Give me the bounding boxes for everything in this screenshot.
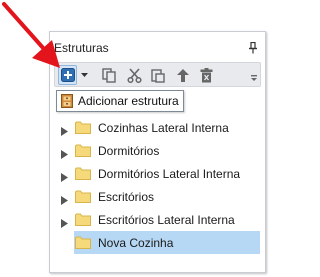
panel-toolbar: [54, 62, 261, 87]
add-dropdown-button[interactable]: [79, 65, 89, 85]
add-structure-button[interactable]: [58, 65, 77, 85]
panel-title: Estruturas: [54, 41, 109, 55]
folder-icon: [75, 236, 91, 249]
expand-arrow-icon[interactable]: [61, 146, 68, 159]
panel-titlebar: Estruturas: [50, 32, 265, 62]
tree-item-label: Escritórios: [98, 189, 155, 204]
tooltip-text: Adicionar estrutura: [78, 94, 179, 108]
expand-arrow-icon[interactable]: [61, 123, 68, 136]
structure-icon: [61, 94, 73, 108]
tree-item-label: Cozinhas Lateral Interna: [98, 120, 229, 135]
add-structure-tooltip: Adicionar estrutura: [56, 90, 184, 112]
structures-panel: Estruturas Adicionar estrutura Cozinhas …: [49, 31, 266, 273]
trash-icon: [200, 67, 212, 82]
folder-icon: [75, 167, 91, 180]
plus-icon: [60, 68, 75, 82]
tree-item-escritorios-lateral-interna[interactable]: Escritórios Lateral Interna: [61, 208, 260, 231]
stage: Estruturas Adicionar estrutura Cozinhas …: [0, 0, 270, 277]
paste-button[interactable]: [148, 65, 168, 85]
move-up-button[interactable]: [173, 65, 193, 85]
folder-icon: [75, 121, 91, 134]
arrow-up-icon: [177, 68, 189, 82]
copy-button[interactable]: [99, 65, 119, 85]
scissors-icon: [126, 67, 142, 83]
toolbar-overflow-icon[interactable]: [250, 68, 258, 82]
tree-item-dormitorios-lateral-interna[interactable]: Dormitórios Lateral Interna: [61, 162, 260, 185]
folder-icon: [75, 213, 91, 226]
chevron-down-icon: [80, 73, 88, 77]
delete-button[interactable]: [196, 65, 216, 85]
copy-icon: [102, 67, 116, 83]
folder-icon: [75, 144, 91, 157]
paste-icon: [151, 68, 165, 83]
tree-item-dormitorios[interactable]: Dormitórios: [61, 139, 260, 162]
tree-item-escritorios[interactable]: Escritórios: [61, 185, 260, 208]
cut-button[interactable]: [124, 65, 144, 85]
pin-icon[interactable]: [248, 41, 258, 54]
tree-item-nova-cozinha[interactable]: Nova Cozinha: [74, 231, 260, 254]
expand-arrow-icon[interactable]: [61, 169, 68, 182]
folder-icon: [75, 190, 91, 203]
expand-arrow-icon[interactable]: [61, 215, 68, 228]
tree-item-cozinhas-lateral-interna[interactable]: Cozinhas Lateral Interna: [61, 116, 260, 139]
tree-item-label: Nova Cozinha: [98, 235, 174, 250]
expand-arrow-icon[interactable]: [61, 192, 68, 205]
tree-item-label: Dormitórios Lateral Interna: [98, 166, 241, 181]
tree-item-label: Dormitórios: [98, 143, 160, 158]
tree-item-label: Escritórios Lateral Interna: [98, 212, 235, 227]
